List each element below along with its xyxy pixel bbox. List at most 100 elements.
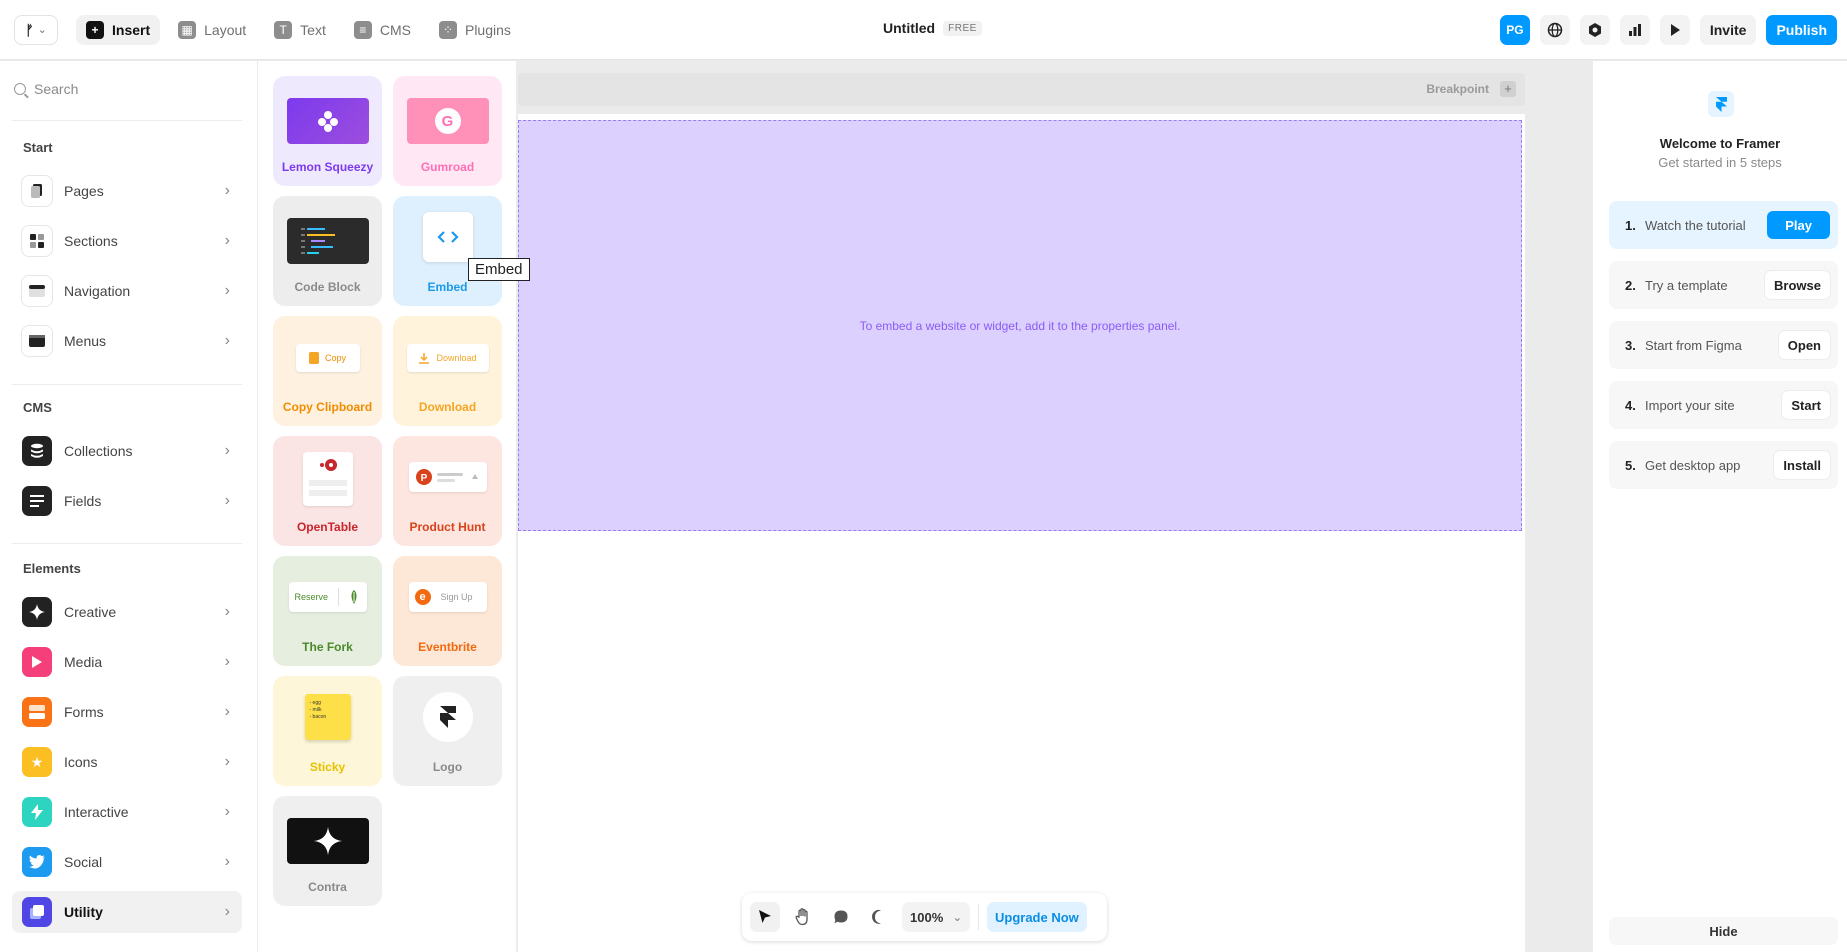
sidebar-item-label: Sections [64,233,118,249]
sidebar-item-menus[interactable]: Menus › [12,320,242,362]
chevron-right-icon: › [224,182,230,199]
divider [12,384,242,385]
start-import-button[interactable]: Start [1782,391,1830,419]
install-app-button[interactable]: Install [1774,451,1830,479]
sidebar-item-interactive[interactable]: Interactive › [12,791,242,833]
sidebar-item-forms[interactable]: Forms › [12,691,242,733]
browse-templates-button[interactable]: Browse [1765,271,1830,299]
search-bar[interactable]: Search [14,81,242,97]
component-download[interactable]: Download Download [393,316,502,426]
upgrade-button[interactable]: Upgrade Now [987,902,1087,932]
sidebar-item-pages[interactable]: Pages › [12,170,242,212]
tab-cms-label: CMS [379,21,411,38]
tab-layout-label: Layout [204,21,247,38]
preview-play-icon[interactable] [1659,15,1690,45]
section-label-cms: CMS [23,400,52,415]
publish-button[interactable]: Publish [1766,15,1837,45]
play-icon [22,647,52,677]
pages-icon [22,176,52,206]
component-code-block[interactable]: Code Block [273,196,382,306]
component-embed[interactable]: Embed [393,196,502,306]
play-tutorial-button[interactable]: Play [1767,211,1830,239]
sidebar-item-fields[interactable]: Fields › [12,480,242,522]
zoom-select[interactable]: 100% ⌄ [902,902,970,932]
component-label: Embed [427,280,468,294]
sidebar-item-icons[interactable]: ★ Icons › [12,741,242,783]
chevron-right-icon: › [224,232,230,249]
settings-icon[interactable] [1579,15,1610,45]
menus-icon [22,326,52,356]
chevron-down-icon: ⌄ [952,911,962,924]
component-the-fork[interactable]: Reserve The Fork [273,556,382,666]
contra-logo-icon [286,818,369,864]
component-sticky[interactable]: - egg - milk - bacon Sticky [273,676,382,786]
component-product-hunt[interactable]: P Product Hunt [393,436,502,546]
lemon-squeezy-logo-icon [286,98,369,144]
component-opentable[interactable]: OpenTable [273,436,382,546]
chevron-right-icon: › [224,603,230,620]
hand-tool-icon[interactable] [788,902,818,932]
component-label: Product Hunt [409,520,486,534]
tab-plugins[interactable]: ⁘ Plugins [429,15,521,45]
utility-components-panel: Lemon Squeezy G Gumroad Code Block Embed… [258,61,517,952]
analytics-icon[interactable] [1619,15,1650,45]
step-number: 5. [1625,457,1636,473]
chevron-right-icon: › [224,903,230,920]
sidebar-item-navigation[interactable]: Navigation › [12,270,242,312]
embed-element[interactable]: To embed a website or widget, add it to … [518,120,1522,531]
chevron-right-icon: › [224,332,230,349]
sidebar-item-label: Interactive [64,804,129,820]
tab-layout[interactable]: ▦ Layout [168,15,256,45]
section-label-elements: Elements [23,561,81,576]
plugins-icon: ⁘ [438,20,457,39]
tab-text[interactable]: T Text [264,15,336,45]
top-toolbar: ᚠ ⌄ + Insert ▦ Layout T Text ≡ CMS ⁘ Plu… [0,0,1847,60]
tab-cms[interactable]: ≡ CMS [344,15,421,45]
breakpoint-label[interactable]: Breakpoint [1426,82,1489,96]
star-icon: ★ [22,747,52,777]
comment-tool-icon[interactable] [826,902,856,932]
cursor-tool-icon[interactable] [750,902,780,932]
onboarding-title: Welcome to Framer [1659,136,1781,151]
dark-mode-icon[interactable] [864,902,894,932]
sidebar-item-utility[interactable]: Utility › [12,891,242,933]
framer-menu-button[interactable]: ᚠ ⌄ [14,14,58,45]
open-figma-button[interactable]: Open [1778,331,1830,359]
sidebar-item-social[interactable]: Social › [12,841,242,883]
sidebar-item-label: Media [64,654,103,670]
search-icon [14,83,26,95]
component-gumroad[interactable]: G Gumroad [393,76,502,186]
add-breakpoint-icon[interactable]: + [1500,81,1516,97]
sidebar-item-sections[interactable]: Sections › [12,220,242,262]
component-logo[interactable]: Logo [393,676,502,786]
onboarding-step-1: 1. Watch the tutorial Play [1609,201,1838,249]
sidebar-item-label: Forms [64,704,104,720]
navigation-icon [22,276,52,306]
utility-icon [22,897,52,927]
hide-onboarding-button[interactable]: Hide [1609,917,1838,945]
layout-icon: ▦ [178,20,197,39]
document-title[interactable]: Untitled FREE [883,20,982,36]
sidebar-item-collections[interactable]: Collections › [12,430,242,472]
component-label: OpenTable [296,520,359,534]
search-input[interactable]: Search [34,81,78,97]
chevron-right-icon: › [224,703,230,720]
framer-logo-icon [422,692,473,742]
invite-button[interactable]: Invite [1699,15,1757,45]
component-label: Download [418,400,477,414]
step-label: Watch the tutorial [1645,217,1746,233]
tab-insert[interactable]: + Insert [76,14,161,45]
copy-visual-text: Copy [324,353,346,363]
component-contra[interactable]: Contra [273,796,382,906]
component-label: The Fork [302,640,353,654]
component-copy-clipboard[interactable]: Copy Copy Clipboard [273,316,382,426]
avatar[interactable]: PG [1499,15,1530,45]
step-number: 4. [1625,397,1636,413]
component-lemon-squeezy[interactable]: Lemon Squeezy [273,76,382,186]
sidebar-item-media[interactable]: Media › [12,641,242,683]
step-number: 3. [1625,337,1636,353]
sidebar-item-creative[interactable]: Creative › [12,591,242,633]
component-eventbrite[interactable]: e Sign Up Eventbrite [393,556,502,666]
globe-icon[interactable] [1539,15,1570,45]
framer-logo-icon: ᚠ [25,21,34,38]
